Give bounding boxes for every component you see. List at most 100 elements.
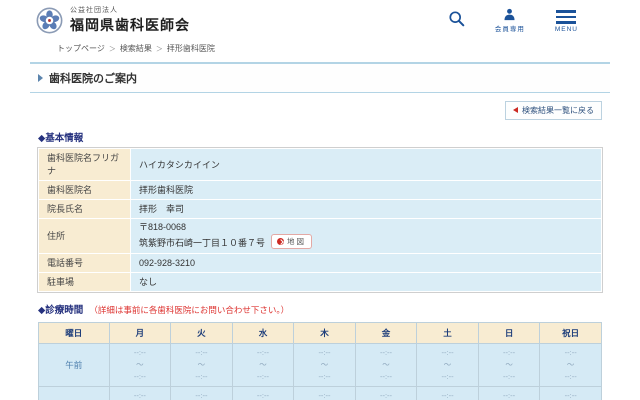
schedule-cell-line: --:--	[294, 347, 355, 359]
breadcrumb: トップページ＞検索結果＞拝形歯科医院	[57, 43, 640, 54]
search-button[interactable]	[448, 8, 465, 27]
table-row: 院長氏名拝形 幸司	[39, 199, 602, 218]
address-line: 筑紫野市石崎一丁目１０番７号地図	[139, 234, 593, 250]
schedule-cell-line: ～	[356, 359, 417, 371]
page-title-bar: 歯科医院のご案内	[30, 62, 610, 93]
map-button[interactable]: 地図	[271, 234, 312, 249]
breadcrumb-link[interactable]: トップページ	[57, 44, 105, 53]
schedule-cell-line: --:--	[479, 347, 540, 359]
schedule-cell-line: --:--	[417, 347, 478, 359]
basic-info-table: 歯科医院名フリガナハイカタシカイイン歯科医院名拝形歯科医院院長氏名拝形 幸司住所…	[38, 148, 602, 292]
menu-label: MENU	[555, 26, 578, 33]
schedule-cell-line: --:--	[233, 347, 294, 359]
schedule-cell-line: --:--	[356, 371, 417, 383]
schedule-cell-line: --:--	[233, 371, 294, 383]
schedule-cell: --:--～--:--	[109, 343, 171, 386]
breadcrumb-separator: ＞	[156, 46, 163, 53]
row-label: 院長氏名	[39, 199, 131, 218]
basic-info-heading: ◆基本情報	[38, 130, 640, 144]
row-value: 拝形歯科医院	[131, 180, 602, 199]
table-row: 電話番号092-928-3210	[39, 253, 602, 272]
schedule-header-cell: 水	[232, 322, 294, 343]
schedule-cell-line: --:--	[110, 390, 171, 400]
row-value: 092-928-3210	[131, 253, 602, 272]
schedule-row: 午前--:--～--:----:--～--:----:--～--:----:--…	[39, 343, 602, 386]
schedule-cell-line: --:--	[171, 390, 232, 400]
row-label: 電話番号	[39, 253, 131, 272]
schedule-header-row: 曜日月火水木金土日祝日	[39, 322, 602, 343]
back-row: 検索結果一覧に戻る	[0, 100, 602, 120]
back-button-label: 検索結果一覧に戻る	[522, 105, 594, 116]
schedule-header-cell: 火	[171, 322, 233, 343]
schedule-cell: --:--～--:--	[355, 343, 417, 386]
schedule-cell-line: --:--	[356, 347, 417, 359]
site-logo-text: 公益社団法人 福岡県歯科医師会	[70, 5, 190, 35]
schedule-cell-line: --:--	[540, 390, 601, 400]
schedule-cell-line: --:--	[540, 347, 601, 359]
table-row: 駐車場なし	[39, 272, 602, 291]
breadcrumb-link[interactable]: 検索結果	[120, 44, 152, 53]
schedule-cell-line: ～	[417, 359, 478, 371]
search-icon	[448, 10, 465, 27]
member-area-button[interactable]: 会員専用	[495, 8, 525, 33]
table-row: 住所〒818-0068筑紫野市石崎一丁目１０番７号地図	[39, 218, 602, 253]
flower-logo-icon	[36, 7, 63, 34]
site-header: 公益社団法人 福岡県歯科医師会 会員専用 MENU	[0, 0, 640, 38]
schedule-cell: --:--～--:--	[540, 386, 602, 400]
header-icons: 会員専用 MENU	[448, 5, 578, 33]
schedule-cell-line: ～	[110, 359, 171, 371]
schedule-cell: --:--～--:--	[355, 386, 417, 400]
schedule-cell: --:--～--:--	[294, 386, 356, 400]
hours-heading: ◆診療時間（詳細は事前に各歯科医院にお問い合わせ下さい。）	[38, 302, 640, 316]
schedule-cell: --:--～--:--	[478, 386, 540, 400]
schedule-cell-line: --:--	[356, 390, 417, 400]
schedule-cell-line: --:--	[110, 371, 171, 383]
schedule-cell: --:--～--:--	[171, 343, 233, 386]
schedule-table: 曜日月火水木金土日祝日午前--:--～--:----:--～--:----:--…	[38, 322, 602, 400]
row-value: ハイカタシカイイン	[131, 148, 602, 180]
schedule-cell-line: --:--	[171, 371, 232, 383]
page-title: 歯科医院のご案内	[49, 70, 137, 86]
schedule-row: 午後--:--～--:----:--～--:----:--～--:----:--…	[39, 386, 602, 400]
hours-note: （詳細は事前に各歯科医院にお問い合わせ下さい。）	[89, 305, 289, 315]
hamburger-icon	[556, 8, 576, 24]
schedule-cell-line: --:--	[233, 390, 294, 400]
menu-button[interactable]: MENU	[555, 8, 578, 33]
schedule-cell: --:--～--:--	[478, 343, 540, 386]
schedule-cell-line: --:--	[171, 347, 232, 359]
schedule-cell: --:--～--:--	[109, 386, 171, 400]
schedule-cell: --:--～--:--	[417, 343, 479, 386]
schedule-cell-line: --:--	[417, 390, 478, 400]
address-line: 〒818-0068	[139, 221, 593, 234]
back-to-results-button[interactable]: 検索結果一覧に戻る	[505, 101, 602, 120]
row-label: 歯科医院名	[39, 180, 131, 199]
schedule-cell-line: ～	[294, 359, 355, 371]
member-area-label: 会員専用	[495, 23, 525, 33]
schedule-cell-line: --:--	[479, 371, 540, 383]
schedule-cell-line: --:--	[540, 371, 601, 383]
schedule-cell: --:--～--:--	[417, 386, 479, 400]
table-row: 歯科医院名フリガナハイカタシカイイン	[39, 148, 602, 180]
row-label: 駐車場	[39, 272, 131, 291]
schedule-header-cell: 日	[478, 322, 540, 343]
schedule-cell-line: --:--	[294, 390, 355, 400]
page: 公益社団法人 福岡県歯科医師会 会員専用 MENU	[0, 0, 640, 400]
breadcrumb-current: 拝形歯科医院	[167, 44, 215, 53]
schedule-header-cell: 土	[417, 322, 479, 343]
schedule-cell-line: ～	[479, 359, 540, 371]
org-name: 福岡県歯科医師会	[70, 15, 190, 35]
schedule-cell-line: --:--	[110, 347, 171, 359]
schedule-cell-line: ～	[540, 359, 601, 371]
row-value: なし	[131, 272, 602, 291]
site-logo[interactable]: 公益社団法人 福岡県歯科医師会	[36, 5, 190, 35]
schedule-header-cell: 木	[294, 322, 356, 343]
map-button-label: 地図	[287, 236, 306, 247]
row-value: 〒818-0068筑紫野市石崎一丁目１０番７号地図	[131, 218, 602, 253]
table-row: 歯科医院名拝形歯科医院	[39, 180, 602, 199]
schedule-header-cell: 曜日	[39, 322, 110, 343]
schedule-header-cell: 金	[355, 322, 417, 343]
member-person-icon	[503, 8, 516, 21]
schedule-cell: --:--～--:--	[294, 343, 356, 386]
schedule-row-label: 午後	[39, 386, 110, 400]
schedule-cell-line: ～	[171, 359, 232, 371]
